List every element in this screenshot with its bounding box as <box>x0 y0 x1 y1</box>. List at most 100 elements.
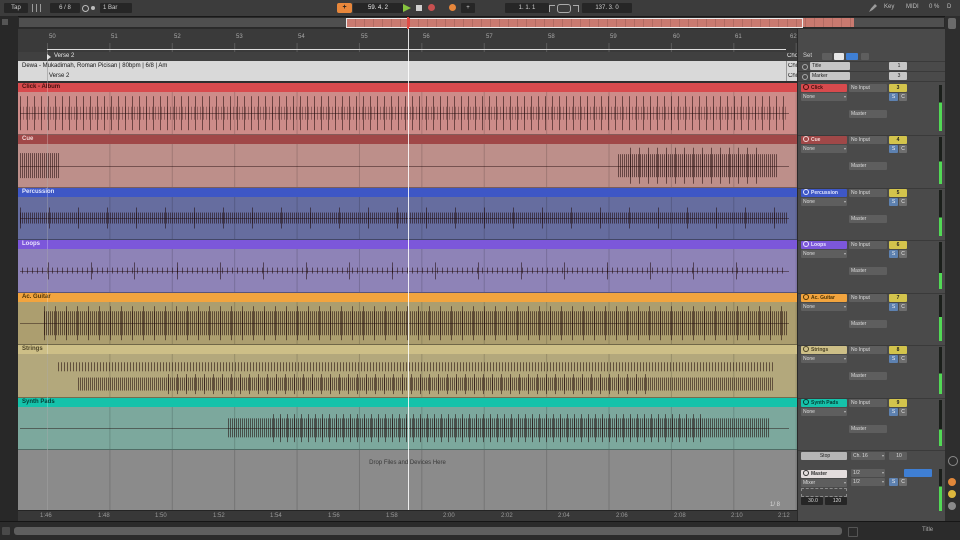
play-button[interactable] <box>403 4 411 12</box>
arm-icon[interactable] <box>803 84 809 91</box>
punch-in-icon[interactable] <box>549 5 555 12</box>
locator-label[interactable]: Verse 2 <box>54 53 74 59</box>
title-clip-text[interactable]: Dewa - Mukadimah, Roman Picisan | 80bpm … <box>22 63 167 69</box>
master-value-a[interactable]: 30.0 <box>801 497 823 505</box>
vertical-scrollbar[interactable] <box>948 18 956 29</box>
marker-track-name[interactable]: Marker <box>810 72 850 80</box>
mixer-chooser[interactable]: Mixer <box>801 479 847 487</box>
output-chooser[interactable]: Master <box>849 267 887 275</box>
solo-button[interactable]: S <box>889 408 898 416</box>
solo-button[interactable]: S <box>889 93 898 101</box>
arrangement-overview[interactable] <box>18 17 945 28</box>
input-type-chooser[interactable]: No Input <box>849 189 887 197</box>
crossfade-button[interactable]: C <box>899 198 907 206</box>
quantize-menu[interactable]: 1 Bar <box>100 3 132 13</box>
set-toolbar-button-3[interactable] <box>846 53 858 60</box>
record-button[interactable] <box>428 4 435 11</box>
input-type-chooser[interactable]: No Input <box>849 399 887 407</box>
stop-clips-button[interactable]: Stop <box>801 452 847 460</box>
track-activator[interactable]: 9 <box>889 399 907 407</box>
arm-icon[interactable] <box>803 241 809 248</box>
panel-track-name[interactable]: Loops <box>801 241 847 249</box>
metronome-dot-icon[interactable] <box>91 6 95 10</box>
locator-label-next[interactable]: Chorus <box>787 53 797 59</box>
master-out-chooser[interactable]: 1/2 <box>851 469 885 477</box>
crossfade-button[interactable]: C <box>899 250 907 258</box>
input-channel-chooser[interactable]: None <box>801 145 847 153</box>
crossfade-button[interactable]: C <box>899 145 907 153</box>
crossfade-button[interactable]: C <box>899 303 907 311</box>
arm-icon[interactable] <box>803 346 809 353</box>
master-selected-button[interactable] <box>904 469 932 477</box>
midi-map-button[interactable]: MIDI <box>906 4 919 10</box>
set-toolbar-button-1[interactable] <box>822 53 832 60</box>
output-chooser[interactable]: Master <box>849 110 887 118</box>
track-activator[interactable]: 6 <box>889 241 907 249</box>
output-chooser[interactable]: Master <box>849 162 887 170</box>
input-type-chooser[interactable]: No Input <box>849 294 887 302</box>
input-type-chooser[interactable]: No Input <box>849 346 887 354</box>
capture-midi-button[interactable]: + <box>461 3 475 13</box>
output-chooser[interactable]: Master <box>849 425 887 433</box>
input-type-chooser[interactable]: No Input <box>849 136 887 144</box>
midi-channel-chooser[interactable]: Ch. 16 <box>851 452 885 460</box>
zoom-to-fit-button[interactable] <box>948 490 956 498</box>
empty-device-slot[interactable] <box>801 488 847 497</box>
marker-clip-text[interactable]: Verse 2 <box>49 73 69 79</box>
crossfade-button[interactable]: C <box>899 478 907 486</box>
arm-icon[interactable] <box>803 136 809 143</box>
arrangement-position-field[interactable]: 59. 4. 2 <box>353 3 403 13</box>
input-channel-chooser[interactable]: None <box>801 250 847 258</box>
input-type-chooser[interactable]: No Input <box>849 84 887 92</box>
panel-track-name[interactable]: Percussion <box>801 189 847 197</box>
track-activator[interactable]: 5 <box>889 189 907 197</box>
panel-track-name[interactable]: Cue <box>801 136 847 144</box>
left-rail-button[interactable] <box>2 19 8 25</box>
solo-button[interactable]: S <box>889 355 898 363</box>
loop-length-field[interactable]: 137. 3. 0 <box>582 3 632 13</box>
output-chooser[interactable]: Master <box>849 215 887 223</box>
marker-clip-right[interactable]: Chorus <box>788 73 797 79</box>
key-map-button[interactable]: Key <box>884 4 894 10</box>
time-signature-field[interactable]: 6 / 8 <box>50 3 80 13</box>
follow-scroll-button[interactable] <box>948 478 956 486</box>
track-activator[interactable]: 8 <box>889 346 907 354</box>
input-channel-chooser[interactable]: None <box>801 93 847 101</box>
input-channel-chooser[interactable]: None <box>801 303 847 311</box>
output-chooser[interactable]: Master <box>849 372 887 380</box>
crossfade-button[interactable]: C <box>899 93 907 101</box>
solo-button[interactable]: S <box>889 198 898 206</box>
zoom-out-button[interactable] <box>948 502 956 510</box>
input-channel-chooser[interactable]: None <box>801 355 847 363</box>
master-value-b[interactable]: 120 <box>825 497 847 505</box>
overview-viewport-box[interactable] <box>346 18 803 28</box>
input-channel-chooser[interactable]: None <box>801 408 847 416</box>
arm-icon[interactable] <box>803 470 809 477</box>
automation-arm-button[interactable] <box>449 4 456 11</box>
title-track-name[interactable]: Title <box>810 62 850 70</box>
status-corner-button[interactable] <box>2 527 10 535</box>
master-track-name[interactable]: Master <box>801 470 847 478</box>
track-activator[interactable]: 3 <box>889 72 907 80</box>
solo-button[interactable]: S <box>889 478 898 486</box>
loop-region-line[interactable] <box>47 49 786 50</box>
arm-icon[interactable] <box>802 74 808 80</box>
arm-icon[interactable] <box>803 399 809 406</box>
panel-track-name[interactable]: Synth Pads <box>801 399 847 407</box>
panel-track-name[interactable]: Ac. Guitar <box>801 294 847 302</box>
cue-out-chooser[interactable]: 1/2 <box>851 478 885 486</box>
playhead[interactable] <box>408 29 409 510</box>
solo-button[interactable]: S <box>889 303 898 311</box>
lock-icon[interactable] <box>861 53 869 60</box>
panel-track-name[interactable]: Strings <box>801 346 847 354</box>
follow-button[interactable]: + <box>337 3 352 13</box>
input-type-chooser[interactable]: No Input <box>849 241 887 249</box>
horizontal-scrollbar[interactable] <box>14 527 842 535</box>
track-activator[interactable]: 4 <box>889 136 907 144</box>
tap-tempo-button[interactable]: Tap <box>4 3 28 13</box>
title-clip-right[interactable]: Chorus <box>788 63 797 69</box>
loop-start-field[interactable]: 1. 1. 1 <box>505 3 549 13</box>
stop-button[interactable] <box>416 5 422 11</box>
arm-icon[interactable] <box>803 189 809 196</box>
arm-icon[interactable] <box>803 294 809 301</box>
